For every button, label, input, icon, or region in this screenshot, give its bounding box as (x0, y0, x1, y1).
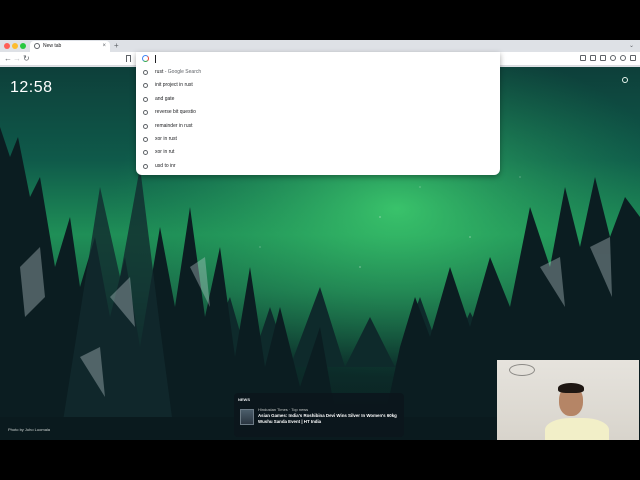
tab-new-tab[interactable]: New tab × (30, 41, 110, 52)
suggestion-text: xor in rust (155, 135, 177, 142)
text-caret (155, 55, 156, 63)
zoom-window-button[interactable] (20, 43, 26, 49)
suggestion-text: usd to inr (155, 162, 176, 169)
suggestion-item[interactable]: reverse bit questio (136, 106, 500, 119)
person-hair (558, 383, 584, 393)
suggestion-text: and gate (155, 95, 175, 102)
news-tag: Top news (291, 407, 309, 412)
news-source: Hindustan Times (258, 407, 288, 412)
tab-close-icon[interactable]: × (102, 42, 106, 51)
new-tab-button[interactable]: + (114, 40, 119, 52)
puzzle-icon[interactable] (590, 55, 596, 61)
news-meta: Hindustan Times · Top news (258, 407, 308, 412)
suggestion-text: xor in rut (155, 149, 175, 156)
suggestion-item[interactable]: xor in rust (136, 133, 500, 146)
suggestion-item[interactable]: init project in rust (136, 79, 500, 92)
news-title[interactable]: Asian Games: India's Roshibina Devi Wins… (258, 413, 400, 425)
bookmark-icon[interactable] (126, 55, 131, 62)
suggestion-text: init project in rust (155, 82, 193, 89)
omnibox-input[interactable] (136, 52, 500, 66)
omnibox-dropdown: rust - Google Search init project in rus… (136, 52, 500, 175)
download-icon[interactable] (610, 55, 616, 61)
tab-search-icon[interactable]: ⌄ (629, 40, 634, 52)
google-icon (142, 55, 149, 62)
background-object (509, 364, 535, 376)
suggestion-text: reverse bit questio (155, 109, 196, 116)
photo-credit[interactable]: Photo by Juho Luomala (8, 427, 50, 432)
tab-title: New tab (43, 43, 62, 49)
news-card[interactable]: NEWS Hindustan Times · Top news Asian Ga… (234, 393, 404, 437)
extension-bar (580, 55, 636, 61)
suggestion-item[interactable]: and gate (136, 93, 500, 106)
history-icon (143, 96, 148, 102)
suggestion-item[interactable]: usd to inr (136, 160, 500, 173)
profile-icon[interactable] (620, 55, 626, 61)
news-thumbnail (240, 409, 254, 425)
suggestion-item[interactable]: xor in rut (136, 146, 500, 159)
clock: 12:58 (10, 79, 53, 96)
close-window-button[interactable] (4, 43, 10, 49)
suggestion-item[interactable]: remainder in rust (136, 120, 500, 133)
history-icon (143, 83, 148, 89)
tab-strip: New tab × + ⌄ (0, 40, 640, 52)
history-icon (143, 70, 148, 75)
reload-button[interactable]: ↻ (23, 53, 30, 65)
extension-icon[interactable] (580, 55, 586, 61)
history-icon (143, 110, 148, 116)
newtab-favicon-icon (34, 43, 40, 49)
news-heading: NEWS (238, 397, 250, 402)
menu-icon[interactable] (630, 55, 636, 61)
suggestion-item[interactable]: rust - Google Search (136, 66, 500, 79)
sidepanel-icon[interactable] (600, 55, 606, 61)
back-button[interactable]: ← (4, 53, 12, 65)
suggestion-suffix: - Google Search (163, 69, 202, 75)
forward-button[interactable]: → (13, 53, 21, 65)
history-icon (143, 163, 148, 169)
history-icon (143, 123, 148, 129)
webcam-overlay (497, 360, 639, 440)
suggestion-list: rust - Google Search init project in rus… (136, 66, 500, 173)
history-icon (143, 150, 148, 156)
customize-icon[interactable] (622, 77, 628, 83)
person-shirt (545, 418, 609, 440)
history-icon (143, 136, 148, 142)
suggestion-text: remainder in rust (155, 122, 193, 129)
minimize-window-button[interactable] (12, 43, 18, 49)
